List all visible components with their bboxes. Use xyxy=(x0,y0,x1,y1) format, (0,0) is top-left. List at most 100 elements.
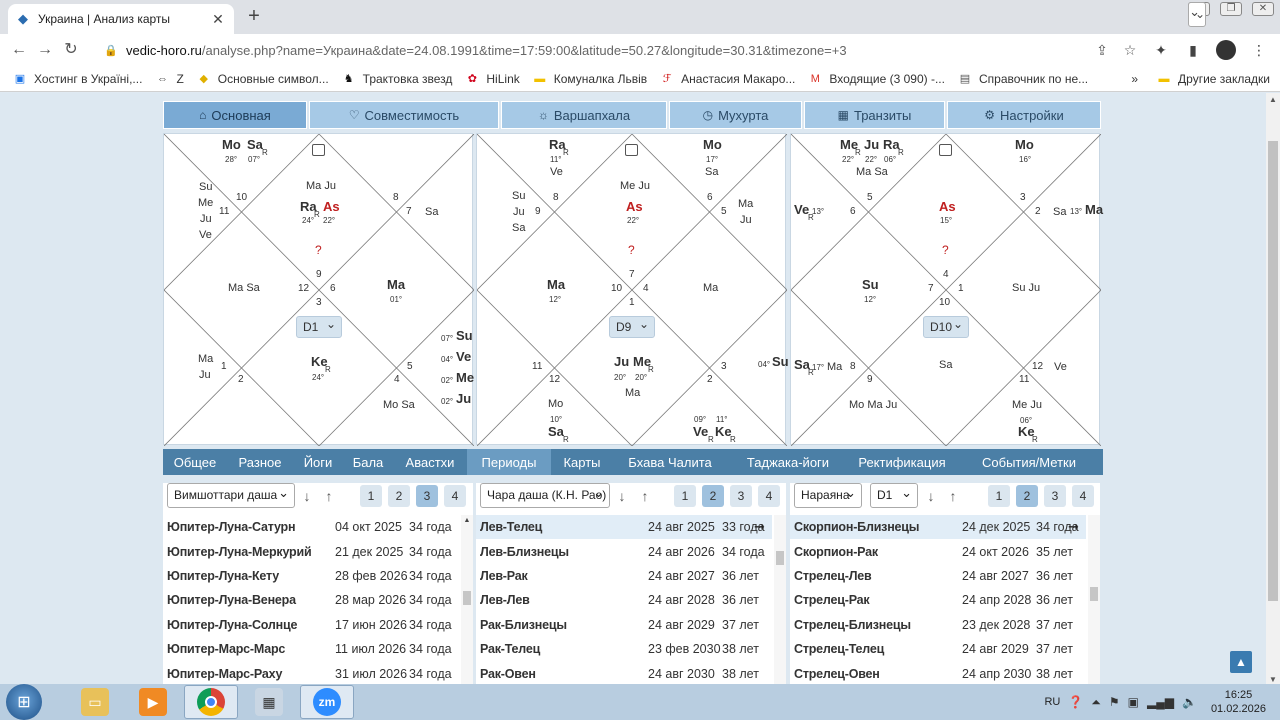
dasha-row[interactable]: Юпитер-Луна-Солнце 17 июн 2026 34 года xyxy=(163,613,459,637)
varga-chart-select[interactable]: D9 xyxy=(609,314,655,338)
varga-select[interactable]: D1 xyxy=(870,483,918,508)
page-button[interactable]: 1 xyxy=(360,485,382,507)
page-button-active[interactable]: 2 xyxy=(702,485,724,507)
nav-settings[interactable]: ⚙ Настройки xyxy=(947,101,1101,129)
list-scrollbar[interactable]: ▲ xyxy=(461,515,473,687)
page-button-active[interactable]: 3 xyxy=(416,485,438,507)
address-bar[interactable]: 🔒 vedic-horo.ru/analyse.php?name=Украина… xyxy=(104,38,1144,62)
volume-icon[interactable]: 🔈 xyxy=(1182,695,1197,709)
dasha-row[interactable]: Стрелец-Телец 24 авг 2029 37 лет xyxy=(790,637,1086,661)
other-bookmarks[interactable]: ▬ Другие закладки xyxy=(1156,72,1270,86)
tab-search-chevron-icon[interactable]: ⌄ xyxy=(1188,2,1207,27)
tray-expand-icon[interactable]: ⏶ xyxy=(1091,695,1101,710)
menu-tajaka-yogas[interactable]: Таджака-йоги xyxy=(727,449,849,475)
dasha-row[interactable]: Лев-Близнецы 24 авг 2026 34 года xyxy=(476,539,772,563)
flag-icon[interactable]: ⚑ xyxy=(1109,695,1120,709)
menu-events[interactable]: События/Метки xyxy=(955,449,1103,475)
dasha-row[interactable]: Лев-Телец 24 авг 2025 33 года ➞ xyxy=(476,515,772,540)
profile-avatar[interactable] xyxy=(1216,40,1236,60)
browser-tab[interactable]: ◆ Украина | Анализ карты ✕ xyxy=(8,4,234,34)
menu-periods[interactable]: Периоды xyxy=(467,449,551,475)
bookmark-item[interactable]: ⇔ Z xyxy=(154,72,184,86)
language-indicator[interactable]: RU xyxy=(1044,696,1060,708)
share-icon[interactable]: ⇪ xyxy=(1088,42,1116,59)
sort-down-arrow-icon[interactable]: ↓ xyxy=(923,485,939,507)
page-button[interactable]: 4 xyxy=(444,485,466,507)
dasha-row[interactable]: Лев-Лев 24 авг 2028 36 лет xyxy=(476,588,772,612)
browser-menu-icon[interactable]: ⋮ xyxy=(1250,42,1268,59)
page-button[interactable]: 1 xyxy=(674,485,696,507)
taskbar-explorer[interactable]: ▭ xyxy=(68,685,122,719)
dasha-row[interactable]: Рак-Телец 23 фев 2030 38 лет xyxy=(476,637,772,661)
scroll-thumb[interactable] xyxy=(1268,141,1278,601)
dasha-row[interactable]: Юпитер-Луна-Венера 28 мар 2026 34 года xyxy=(163,588,459,612)
page-button[interactable]: 3 xyxy=(730,485,752,507)
bookmark-star-icon[interactable]: ☆ xyxy=(1116,42,1144,59)
taskbar-media-player[interactable]: ▶ xyxy=(126,685,180,719)
sort-up-arrow-icon[interactable]: ↑ xyxy=(945,485,961,507)
dasha-row[interactable]: Юпитер-Луна-Сатурн 04 окт 2025 34 года xyxy=(163,515,459,539)
dasha-row[interactable]: Юпитер-Марс-Марс 11 июл 2026 34 года xyxy=(163,637,459,661)
dasha-type-select[interactable]: Чара даша (К.Н. Рао) xyxy=(480,483,610,508)
chart-checkbox[interactable] xyxy=(625,144,638,156)
extensions-puzzle-icon[interactable]: ✦ xyxy=(1152,42,1170,59)
forward-arrow-icon[interactable]: → xyxy=(32,37,58,63)
page-button[interactable]: 2 xyxy=(388,485,410,507)
nav-muhurta[interactable]: ◷ Мухурта xyxy=(669,101,802,129)
new-tab-button[interactable]: + xyxy=(244,6,264,26)
dasha-row[interactable]: Лев-Рак 24 авг 2027 36 лет xyxy=(476,564,772,588)
chart-checkbox[interactable] xyxy=(312,144,325,156)
menu-bhava-chalita[interactable]: Бхава Чалита xyxy=(613,449,727,475)
close-tab-icon[interactable]: ✕ xyxy=(210,11,226,28)
page-button[interactable]: 3 xyxy=(1044,485,1066,507)
nav-varshaphala[interactable]: ☼ Варшапхала xyxy=(501,101,667,129)
bookmark-item[interactable]: ✿ HiLink xyxy=(464,72,520,86)
start-button[interactable]: ⊞ xyxy=(6,684,42,720)
scroll-to-top-button[interactable]: ▲ xyxy=(1230,651,1252,673)
reload-icon[interactable]: ↻ xyxy=(58,37,84,63)
dasha-row[interactable]: Рак-Овен 24 авг 2030 38 лет xyxy=(476,661,772,685)
page-button[interactable]: 4 xyxy=(758,485,780,507)
dasha-row[interactable]: Стрелец-Лев 24 авг 2027 36 лет xyxy=(790,564,1086,588)
restore-button[interactable]: ❐ xyxy=(1220,2,1242,16)
network-signal-icon[interactable]: ▂▄▆ xyxy=(1147,695,1174,709)
bookmark-item[interactable]: ◆ Основные символ... xyxy=(196,72,329,86)
bookmarks-more-button[interactable]: » xyxy=(1131,72,1138,86)
dasha-type-select[interactable]: Вимшоттари даша xyxy=(167,483,295,508)
dasha-row[interactable]: Стрелец-Овен 24 апр 2030 38 лет xyxy=(790,661,1086,685)
sort-up-arrow-icon[interactable]: ↑ xyxy=(637,485,653,507)
help-icon[interactable]: ❓ xyxy=(1068,695,1083,709)
back-arrow-icon[interactable]: ← xyxy=(6,37,32,63)
menu-yogas[interactable]: Йоги xyxy=(293,449,343,475)
list-scrollbar[interactable] xyxy=(774,515,786,687)
menu-misc[interactable]: Разное xyxy=(227,449,293,475)
scroll-up-icon[interactable]: ▲ xyxy=(1266,93,1280,107)
clock[interactable]: 16:25 01.02.2026 xyxy=(1211,688,1266,716)
menu-rectification[interactable]: Ректификация xyxy=(849,449,955,475)
menu-bala[interactable]: Бала xyxy=(343,449,393,475)
sort-down-arrow-icon[interactable]: ↓ xyxy=(614,485,630,507)
side-panel-icon[interactable]: ▮ xyxy=(1184,42,1202,59)
close-window-button[interactable]: ✕ xyxy=(1252,2,1274,16)
dasha-row[interactable]: Скорпион-Близнецы 24 дек 2025 34 года ➞ xyxy=(790,515,1086,540)
bookmark-item[interactable]: ♞ Трактовка звезд xyxy=(341,72,453,86)
nav-main[interactable]: ⌂ Основная xyxy=(163,101,307,129)
dasha-row[interactable]: Юпитер-Марс-Раху 31 июл 2026 34 года xyxy=(163,661,459,685)
bookmark-item[interactable]: ▬ Комуналка Львів xyxy=(532,72,647,86)
bookmark-item[interactable]: ▤ Справочник по не... xyxy=(957,72,1088,86)
varga-chart-select[interactable]: D1 xyxy=(296,314,342,338)
menu-charts[interactable]: Карты xyxy=(551,449,613,475)
taskbar-calculator[interactable]: ▦ xyxy=(242,685,296,719)
bookmark-item[interactable]: ℱ Анастасия Макаро... xyxy=(659,72,796,86)
list-scrollbar[interactable] xyxy=(1088,515,1100,687)
chart-checkbox[interactable] xyxy=(939,144,952,156)
nav-transits[interactable]: ▦ Транзиты xyxy=(804,101,945,129)
taskbar-zoom[interactable]: zm xyxy=(300,685,354,719)
nav-compatibility[interactable]: ♡ Совместимость xyxy=(309,101,499,129)
varga-chart-select[interactable]: D10 xyxy=(923,314,969,338)
page-scrollbar[interactable]: ▲ ▼ xyxy=(1266,93,1280,687)
bookmark-item[interactable]: M Входящие (3 090) -... xyxy=(807,72,945,86)
taskbar-chrome[interactable] xyxy=(184,685,238,719)
menu-general[interactable]: Общее xyxy=(163,449,227,475)
dasha-row[interactable]: Рак-Близнецы 24 авг 2029 37 лет xyxy=(476,613,772,637)
